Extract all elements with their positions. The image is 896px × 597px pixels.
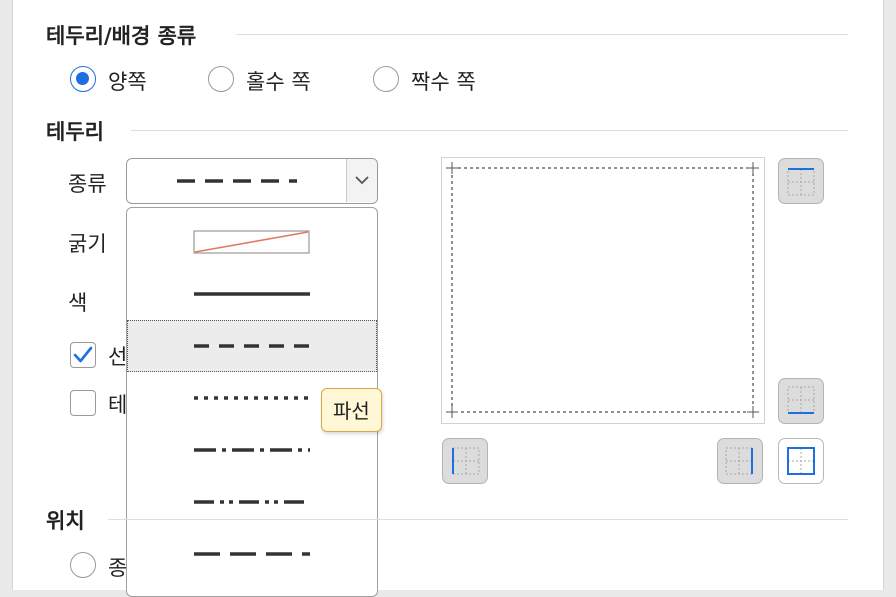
border-bottom-icon [787,386,815,414]
checkbox-line[interactable] [70,342,96,368]
line-style-option-none[interactable] [127,214,377,266]
border-preview-drawing [446,162,759,418]
border-right-button[interactable] [717,438,763,484]
divider [131,130,848,131]
check-icon [73,346,93,363]
dash-dot-dot-line-icon [194,500,310,504]
section-title-border: 테두리 [46,120,104,144]
divider [108,519,848,520]
border-top-button[interactable] [778,158,824,204]
border-bottom-button[interactable] [778,378,824,424]
checkbox-border[interactable] [70,390,96,416]
divider [236,34,848,35]
long-dash-line-icon [194,552,310,556]
radio-odd-pages[interactable] [208,66,234,92]
border-type-label: 종류 [68,172,107,196]
border-thickness-label: 굵기 [68,232,107,256]
radio-position-option[interactable] [70,552,96,578]
line-style-option-solid[interactable] [127,266,377,318]
line-style-option-dashed[interactable] [127,320,377,372]
radio-both-sides[interactable] [70,66,96,92]
radio-even-pages-label[interactable]: 짝수 쪽 [411,66,476,96]
radio-position-option-label[interactable]: 종 [108,552,127,582]
combo-dropdown-button[interactable] [346,159,377,202]
combo-selected-line-preview [177,179,297,183]
border-left-icon [452,447,480,475]
border-left-button[interactable] [442,438,488,484]
line-style-option-long-dash[interactable] [127,528,377,580]
checkbox-border-label[interactable]: 테 [108,389,127,419]
line-style-option-dash-dot-dot[interactable] [127,476,377,528]
radio-odd-pages-label[interactable]: 홀수 쪽 [246,66,311,96]
border-preview[interactable] [441,157,765,424]
section-title-border-bg: 테두리/배경 종류 [46,24,197,48]
radio-both-sides-label[interactable]: 양쪽 [108,66,147,96]
line-style-tooltip: 파선 [321,388,382,432]
dashed-line-icon [194,344,310,348]
checkbox-line-label[interactable]: 선 [108,341,127,371]
border-right-icon [725,447,753,475]
border-color-label: 색 [68,291,88,315]
chevron-down-icon [355,176,369,185]
radio-even-pages[interactable] [373,66,399,92]
solid-line-icon [194,292,310,296]
no-line-icon [193,230,310,254]
border-outside-icon [787,447,815,475]
border-type-combo[interactable] [126,158,378,204]
border-top-icon [787,168,815,196]
section-title-position: 위치 [46,509,85,533]
border-outside-button[interactable] [778,438,824,484]
